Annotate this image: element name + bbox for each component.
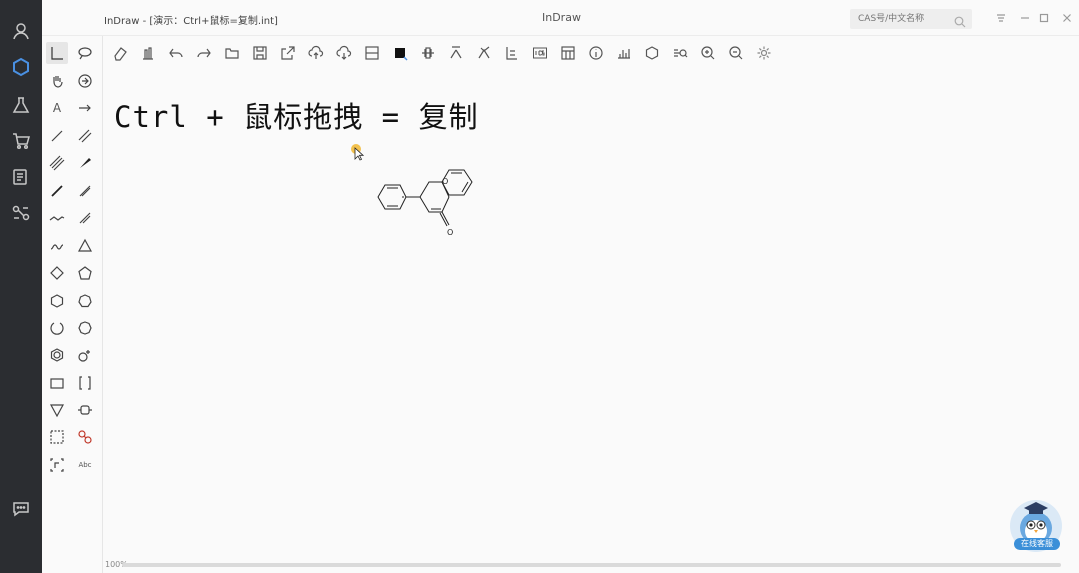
search-structure-icon[interactable] — [670, 43, 690, 63]
info-icon[interactable] — [586, 43, 606, 63]
notes-icon[interactable] — [6, 162, 36, 192]
clean-icon[interactable] — [138, 43, 158, 63]
maximize-icon[interactable] — [1037, 11, 1051, 25]
close-icon[interactable] — [1060, 11, 1074, 25]
cleanup-icon[interactable] — [642, 43, 662, 63]
cloud-download-icon[interactable] — [334, 43, 354, 63]
table-icon[interactable] — [558, 43, 578, 63]
scroll-track[interactable] — [122, 563, 1061, 567]
horizontal-scrollbar[interactable]: 100% — [104, 560, 1061, 569]
stereo-icon[interactable] — [446, 43, 466, 63]
search-icon[interactable] — [954, 13, 966, 28]
lock-icon[interactable] — [418, 43, 438, 63]
orbital-tool[interactable] — [46, 399, 68, 421]
export-icon[interactable] — [278, 43, 298, 63]
curve-tool[interactable] — [46, 235, 68, 257]
drawing-canvas[interactable]: Ctrl + 鼠标拖拽 = 复制 O O — [104, 70, 1079, 567]
lasso-tool[interactable] — [74, 42, 96, 64]
flask-icon[interactable] — [6, 90, 36, 120]
octagon-ring-tool[interactable] — [74, 317, 96, 339]
minimize-icon[interactable] — [1018, 11, 1032, 25]
carbonyl-oxygen-label: O — [447, 228, 453, 237]
hash-bond-tool[interactable] — [74, 180, 96, 202]
wedge-bond-tool[interactable] — [74, 152, 96, 174]
main-toolbar — [104, 38, 1079, 68]
image-tool[interactable] — [46, 454, 68, 476]
single-bond-tool[interactable] — [46, 125, 68, 147]
menu-icon[interactable] — [994, 11, 1008, 25]
assistant-label[interactable]: 在线客服 — [1014, 538, 1060, 550]
chain-tool[interactable] — [46, 207, 68, 229]
rotate-tool[interactable] — [74, 70, 96, 92]
undo-icon[interactable] — [166, 43, 186, 63]
oxygen-label: O — [442, 177, 448, 186]
title-bar: InDraw - [演示：Ctrl+鼠标=复制.int] InDraw — [42, 0, 1079, 36]
save-icon[interactable] — [250, 43, 270, 63]
bracket-tool[interactable] — [74, 372, 96, 394]
settings-icon[interactable] — [754, 43, 774, 63]
pentagon-ring-tool[interactable] — [74, 262, 96, 284]
flavone-molecule[interactable]: O O — [376, 165, 510, 241]
charge-tool[interactable] — [74, 344, 96, 366]
align-icon[interactable] — [362, 43, 382, 63]
atom-map-tool[interactable] — [74, 426, 96, 448]
redo-icon[interactable] — [194, 43, 214, 63]
zoom-out-icon[interactable] — [726, 43, 746, 63]
eraser-icon[interactable] — [110, 43, 130, 63]
left-rail — [0, 0, 42, 573]
select-box-tool[interactable] — [46, 426, 68, 448]
rectangle-tool[interactable] — [46, 372, 68, 394]
document-title: InDraw - [演示：Ctrl+鼠标=复制.int] — [104, 16, 278, 27]
formula-icon[interactable] — [502, 43, 522, 63]
benzene-ring-tool[interactable] — [46, 344, 68, 366]
mouse-cursor-icon — [354, 147, 364, 161]
triple-bond-tool[interactable] — [46, 152, 68, 174]
heptagon-ring-tool[interactable] — [74, 290, 96, 312]
structure-icon[interactable] — [6, 52, 36, 82]
app-title: InDraw — [542, 11, 581, 24]
hand-tool[interactable] — [46, 70, 68, 92]
template-tool[interactable] — [74, 399, 96, 421]
cloud-upload-icon[interactable] — [306, 43, 326, 63]
indraw-app: InDraw - [演示：Ctrl+鼠标=复制.int] InDraw CAS号… — [0, 0, 1079, 573]
triangle-ring-tool[interactable] — [74, 235, 96, 257]
cart-icon[interactable] — [6, 126, 36, 156]
color-icon[interactable] — [390, 43, 410, 63]
arrow-tool[interactable] — [74, 97, 96, 119]
drawing-tool-panel: A Abc — [42, 36, 103, 573]
square-ring-tool[interactable] — [46, 262, 68, 284]
chat-icon[interactable] — [6, 494, 36, 524]
hexagon-ring-tool[interactable] — [46, 290, 68, 312]
cyclohexane-chair-tool[interactable] — [46, 317, 68, 339]
user-icon[interactable] — [6, 16, 36, 46]
double-bond-tool[interactable] — [74, 125, 96, 147]
zoom-in-icon[interactable] — [698, 43, 718, 63]
ids-icon[interactable] — [530, 43, 550, 63]
wavy-bond-tool[interactable] — [74, 207, 96, 229]
select-tool[interactable] — [46, 42, 68, 64]
check-structure-icon[interactable] — [474, 43, 494, 63]
bold-bond-tool[interactable] — [46, 180, 68, 202]
open-folder-icon[interactable] — [222, 43, 242, 63]
demo-banner-text: Ctrl + 鼠标拖拽 = 复制 — [114, 100, 479, 134]
text-tool[interactable]: A — [46, 97, 68, 119]
reaction-icon[interactable] — [6, 198, 36, 228]
abc-text-tool[interactable]: Abc — [74, 454, 96, 476]
nmr-icon[interactable] — [614, 43, 634, 63]
